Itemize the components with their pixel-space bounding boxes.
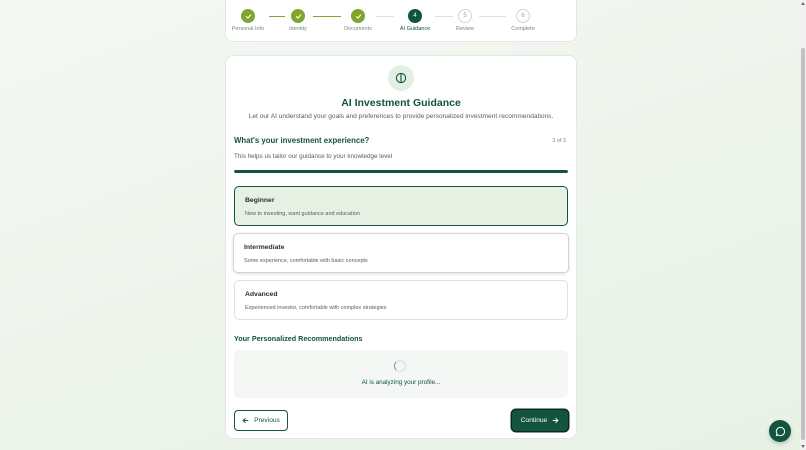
step-ai-guidance[interactable]: 4 AI Guidance	[390, 9, 440, 32]
page-subtitle: Let our AI understand your goals and pre…	[248, 113, 554, 120]
scroll-up-icon[interactable]	[801, 2, 805, 5]
leaf-circle-icon	[388, 65, 414, 91]
check-icon	[291, 9, 305, 23]
option-description: Some experience, comfortable with basic …	[244, 258, 368, 264]
arrow-left-icon	[242, 417, 249, 424]
option-advanced[interactable]: Advanced Experienced investor, comfortab…	[234, 280, 568, 320]
previous-button[interactable]: Previous	[234, 410, 288, 431]
progress-stepper: Personal Info Identity Documents 4 AI Gu…	[225, 0, 577, 42]
option-title: Beginner	[245, 197, 275, 204]
recommendations-panel: AI is analyzing your profile...	[234, 350, 568, 398]
progress-fill	[234, 170, 568, 173]
question-progress-bar	[234, 170, 568, 173]
option-beginner[interactable]: Beginner New to investing, want guidance…	[234, 186, 568, 226]
continue-button-label: Continue	[520, 417, 548, 424]
step-label: Personal Info	[231, 26, 265, 32]
guidance-card: AI Investment Guidance Let our AI unders…	[225, 55, 577, 439]
chat-bubble-icon	[775, 426, 785, 436]
continue-button[interactable]: Continue	[512, 410, 568, 431]
question-hint: This helps us tailor our guidance to you…	[234, 153, 393, 160]
step-identity[interactable]: Identity	[273, 9, 323, 32]
recommendations-heading: Your Personalized Recommendations	[234, 334, 363, 343]
step-number: 5	[458, 9, 472, 23]
question-counter: 3 of 3	[552, 138, 566, 144]
step-label: Identity	[289, 26, 307, 32]
step-label: Review	[455, 26, 475, 32]
step-label: AI Guidance	[399, 26, 431, 32]
recommendations-status: AI is analyzing your profile...	[361, 379, 441, 386]
previous-button-label: Previous	[254, 417, 280, 424]
step-number: 4	[408, 9, 422, 23]
option-title: Advanced	[245, 291, 278, 298]
scroll-down-icon[interactable]	[801, 445, 805, 448]
page-scrollbar[interactable]	[800, 0, 806, 450]
step-review[interactable]: 5 Review	[440, 9, 490, 32]
page-title: AI Investment Guidance	[341, 97, 461, 109]
step-label: Documents	[344, 26, 372, 32]
option-description: Experienced investor, comfortable with c…	[245, 305, 387, 311]
option-intermediate[interactable]: Intermediate Some experience, comfortabl…	[233, 233, 569, 273]
scrollbar-thumb[interactable]	[801, 48, 805, 440]
step-label: Complete	[511, 26, 535, 32]
step-complete[interactable]: 6 Complete	[498, 9, 548, 32]
arrow-right-icon	[552, 417, 559, 424]
option-description: New to investing, want guidance and educ…	[245, 211, 360, 217]
step-number: 6	[516, 9, 530, 23]
loading-spinner-icon	[394, 360, 406, 372]
option-title: Intermediate	[244, 244, 285, 251]
check-icon	[241, 9, 255, 23]
step-documents[interactable]: Documents	[333, 9, 383, 32]
chat-button[interactable]	[769, 420, 791, 442]
check-icon	[351, 9, 365, 23]
question-text: What's your investment experience?	[234, 136, 370, 145]
step-personal-info[interactable]: Personal Info	[223, 9, 273, 32]
